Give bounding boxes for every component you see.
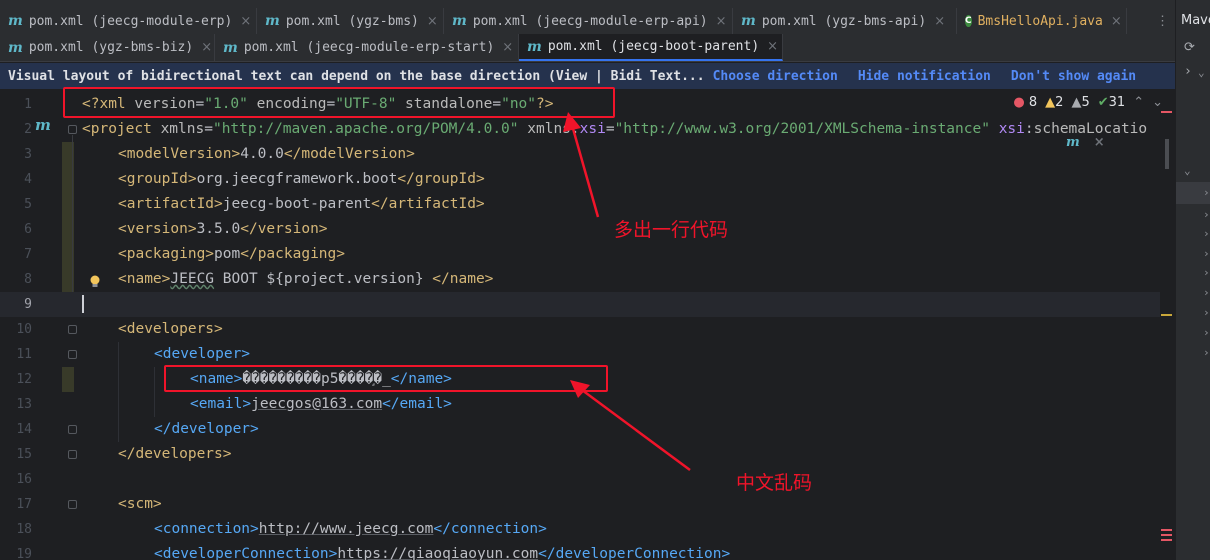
tree-chevron-down-icon[interactable]: ⌄ [1198, 66, 1205, 79]
arrow-garbled [581, 388, 691, 472]
tree-chevron-right-icon[interactable]: › [1203, 326, 1210, 339]
arrowhead-extra-line [563, 112, 581, 132]
tree-chevron-right-icon[interactable]: › [1203, 227, 1210, 240]
tree-chevron-down-icon[interactable]: ⌄ [1184, 164, 1191, 177]
expand-icon[interactable]: › [1184, 64, 1192, 79]
arrow-extra-line [570, 124, 600, 218]
tree-chevron-right-icon[interactable]: › [1203, 266, 1210, 279]
tree-chevron-right-icon[interactable]: › [1203, 186, 1210, 199]
tree-chevron-right-icon[interactable]: › [1203, 306, 1210, 319]
tree-chevron-right-icon[interactable]: › [1203, 286, 1210, 299]
tree-chevron-right-icon[interactable]: › [1203, 208, 1210, 221]
maven-panel-title: Maven [1181, 13, 1210, 28]
arrowhead-garbled [570, 380, 590, 398]
tree-chevron-right-icon[interactable]: › [1203, 247, 1210, 260]
reload-icon[interactable]: ⟳ [1184, 40, 1195, 55]
tree-chevron-right-icon[interactable]: › [1203, 346, 1210, 359]
annotation-arrows [563, 112, 691, 472]
maven-tool-window[interactable]: Maven ⟳ › ⌄ ⌄ › › › › › › › › › [1175, 0, 1210, 560]
